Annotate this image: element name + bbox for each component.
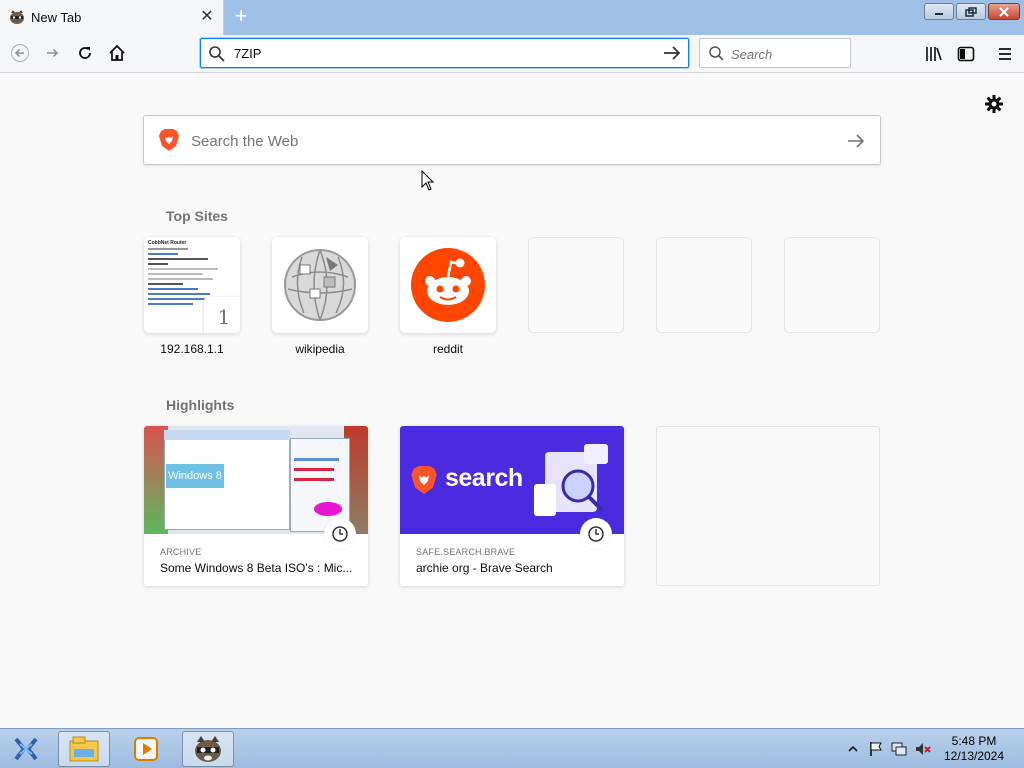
media-player-icon[interactable] [120, 731, 172, 767]
volume-muted-icon[interactable] [915, 741, 931, 757]
network-icon[interactable] [891, 741, 907, 757]
forward-arrow-icon[interactable] [38, 39, 66, 67]
wikipedia-globe-icon [272, 237, 368, 333]
close-window-icon[interactable] [988, 3, 1020, 20]
clock-date: 12/13/2024 [943, 749, 1005, 763]
minimize-icon[interactable] [924, 3, 954, 20]
highlight-empty-placeholder [656, 426, 880, 586]
reload-icon[interactable] [71, 39, 99, 67]
top-site-wikipedia[interactable]: wikipedia [272, 237, 368, 356]
start-button-icon[interactable] [12, 736, 40, 762]
home-icon[interactable] [103, 39, 131, 67]
gear-icon[interactable] [984, 94, 1004, 114]
top-site-reddit[interactable]: reddit [400, 237, 496, 356]
url-input-value[interactable]: 7ZIP [234, 46, 261, 61]
raccoon-icon [10, 10, 24, 24]
highlight-title: Some Windows 8 Beta ISO's : Mic... [160, 561, 353, 575]
brave-search-wordmark: search [445, 464, 523, 492]
brave-lion-icon [411, 466, 437, 494]
mouse-cursor-icon [421, 170, 435, 191]
clock[interactable]: 5:48 PM 12/13/2024 [942, 734, 1006, 764]
top-sites-title: Top Sites [166, 208, 228, 224]
nav-toolbar: 7ZIP Search [0, 35, 1024, 73]
search-input-placeholder: Search [731, 47, 773, 62]
library-icon[interactable] [921, 41, 947, 67]
top-site-router[interactable]: CobbNet Router 1 192.168.1.1 [144, 237, 240, 356]
highlights-title: Highlights [166, 397, 235, 413]
tab-title: New Tab [31, 10, 82, 25]
web-search-box[interactable]: Search the Web [143, 115, 881, 165]
brave-lion-icon [159, 129, 179, 151]
plus-icon[interactable]: + [230, 5, 252, 28]
highlight-source: ARCHIVE [160, 547, 202, 557]
action-center-flag-icon[interactable] [868, 741, 884, 757]
highlight-source: SAFE.SEARCH.BRAVE [416, 547, 516, 557]
clock-icon [324, 518, 356, 550]
empty-site-placeholder [784, 237, 880, 333]
highlight-title: archie org - Brave Search [416, 561, 553, 575]
search-icon [709, 46, 724, 61]
close-icon[interactable]: ✕ [199, 9, 215, 25]
empty-site-placeholder [528, 237, 624, 333]
top-site-empty [528, 237, 624, 333]
sidebar-icon[interactable] [953, 41, 979, 67]
web-search-placeholder: Search the Web [191, 133, 299, 150]
site-label: reddit [432, 342, 464, 356]
router-thumb-heading: CobbNet Router [148, 240, 187, 246]
hamburger-menu-icon[interactable] [992, 41, 1018, 67]
empty-site-placeholder [656, 237, 752, 333]
highlight-card-archive[interactable]: Windows 8 ARCHIVE Some Windows 8 Beta IS… [144, 426, 368, 586]
clock-icon [580, 518, 612, 550]
window-controls [922, 3, 1020, 21]
browser-window: New Tab ✕ + 7ZIP Search Search the Web T… [0, 0, 1024, 728]
url-bar[interactable]: 7ZIP [200, 38, 689, 68]
show-hidden-icons-icon[interactable] [845, 741, 861, 757]
site-label: 192.168.1.1 [160, 342, 224, 356]
tab-new-tab[interactable]: New Tab ✕ [0, 0, 224, 35]
arrow-right-icon[interactable] [662, 44, 682, 62]
windows8-logo-text: Windows 8 [166, 464, 224, 488]
arrow-right-icon[interactable] [846, 132, 866, 150]
clock-time: 5:48 PM [951, 734, 997, 748]
windows-explorer-icon[interactable] [58, 731, 110, 767]
restore-icon[interactable] [956, 3, 986, 20]
top-site-empty [784, 237, 880, 333]
router-page-screenshot: CobbNet Router 1 [144, 237, 240, 333]
raccoon-browser-icon[interactable] [182, 731, 234, 767]
windows-taskbar: 5:48 PM 12/13/2024 [0, 728, 1024, 768]
back-arrow-icon[interactable] [6, 39, 34, 67]
top-site-empty [656, 237, 752, 333]
site-label: wikipedia [295, 342, 345, 356]
reddit-alien-icon [400, 237, 496, 333]
tab-strip: New Tab ✕ + [0, 0, 1024, 35]
site-badge: 1 [204, 297, 240, 333]
highlight-card-brave-search[interactable]: search SAFE.SEARCH.BRAVE archie org - Br… [400, 426, 624, 586]
search-icon [209, 46, 225, 62]
search-bar[interactable]: Search [699, 38, 851, 68]
